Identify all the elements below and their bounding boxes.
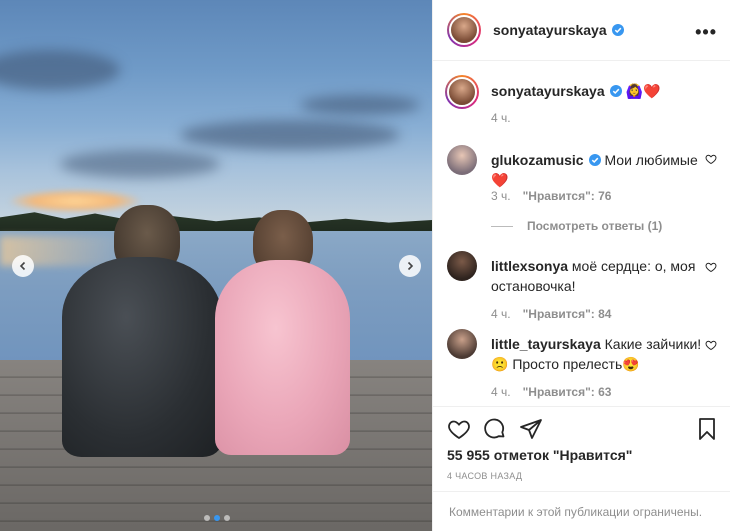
comment-likes[interactable]: "Нравится": 76 xyxy=(523,189,612,203)
comment-likes[interactable]: "Нравится": 84 xyxy=(523,307,612,321)
comments-restricted-notice: Комментарии к этой публикации ограничены… xyxy=(433,491,730,531)
comment-username[interactable]: littlexsonya xyxy=(491,258,568,274)
comment-item: littlexsonya моё сердце: о, моя останово… xyxy=(447,251,723,321)
instagram-post: sonyatayurskaya ••• sonyatayurskaya 🙆‍♀️… xyxy=(0,0,730,531)
post-actions: 55 955 отметок "Нравится" 4 ЧАСОВ НАЗАД … xyxy=(433,406,730,531)
comment-time: 3 ч. xyxy=(491,189,511,203)
comment-username[interactable]: little_tayurskaya xyxy=(491,336,601,352)
comments-list: sonyatayurskaya 🙆‍♀️❤️ 4 ч. glukozamusic… xyxy=(433,61,730,406)
carousel-dot xyxy=(204,515,210,521)
view-replies-label: Посмотреть ответы (1) xyxy=(527,219,663,233)
person-dark-hoodie xyxy=(62,205,222,460)
caption-avatar[interactable] xyxy=(445,75,479,109)
photo-scene xyxy=(0,0,432,531)
comment-avatar[interactable] xyxy=(447,329,477,359)
like-heart-icon[interactable] xyxy=(447,417,471,441)
carousel-prev-button[interactable] xyxy=(12,255,34,277)
caption-text: 🙆‍♀️❤️ xyxy=(625,83,661,99)
comment-bubble-icon[interactable] xyxy=(483,417,507,441)
replies-divider xyxy=(491,225,513,227)
chevron-left-icon xyxy=(19,261,26,271)
like-comment-heart-icon[interactable] xyxy=(705,339,717,351)
person-pink-hoodie xyxy=(215,210,350,455)
post-header: sonyatayurskaya ••• xyxy=(433,0,730,61)
comment-likes[interactable]: "Нравится": 63 xyxy=(523,385,612,399)
comment-item: little_tayurskaya Какие зайчики! 🙁 Прост… xyxy=(447,329,723,399)
post-photo[interactable] xyxy=(0,0,432,531)
author-avatar[interactable] xyxy=(447,13,481,47)
caption-item: sonyatayurskaya 🙆‍♀️❤️ 4 ч. xyxy=(445,75,723,127)
chevron-right-icon xyxy=(407,261,414,271)
verified-badge-icon xyxy=(588,154,601,166)
caption-time: 4 ч. xyxy=(491,111,511,125)
author-username[interactable]: sonyatayurskaya xyxy=(493,22,607,38)
verified-badge-icon xyxy=(611,24,624,36)
comment-time: 4 ч. xyxy=(491,385,511,399)
caption-username[interactable]: sonyatayurskaya xyxy=(491,83,605,99)
carousel-dot-active xyxy=(214,515,220,521)
carousel-dot xyxy=(224,515,230,521)
post-time-ago[interactable]: 4 ЧАСОВ НАЗАД xyxy=(447,471,522,481)
comment-avatar[interactable] xyxy=(447,145,477,175)
comment-item: glukozamusic Мои любимые ❤️ 3 ч. "Нравитс… xyxy=(447,145,723,235)
post-side-panel: sonyatayurskaya ••• sonyatayurskaya 🙆‍♀️… xyxy=(432,0,730,531)
share-paper-plane-icon[interactable] xyxy=(519,417,543,441)
carousel-indicator xyxy=(204,515,230,521)
save-bookmark-icon[interactable] xyxy=(695,417,719,441)
view-replies-button[interactable]: Посмотреть ответы (1) xyxy=(491,219,662,233)
comment-avatar[interactable] xyxy=(447,251,477,281)
verified-badge-icon xyxy=(609,85,622,97)
like-comment-heart-icon[interactable] xyxy=(705,261,717,273)
more-options-button[interactable]: ••• xyxy=(695,22,717,43)
comment-time: 4 ч. xyxy=(491,307,511,321)
carousel-next-button[interactable] xyxy=(399,255,421,277)
like-comment-heart-icon[interactable] xyxy=(705,153,717,165)
post-likes-count[interactable]: 55 955 отметок "Нравится" xyxy=(447,447,632,463)
comment-username[interactable]: glukozamusic xyxy=(491,152,584,168)
